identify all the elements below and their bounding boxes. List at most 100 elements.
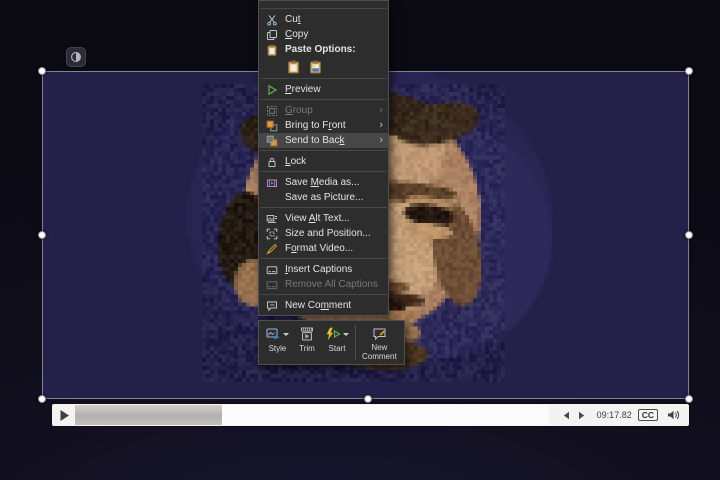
menu-item-label: Group [285,103,379,118]
menu-item-label: View Alt Text... [285,211,383,226]
selection-handle-bottom-right[interactable] [685,395,693,403]
menu-item-label: Preview [285,82,383,97]
slide-canvas: 09:17.82 CC CutCopyPaste Options: Preview… [0,0,720,480]
comment-icon [372,327,387,341]
preview-icon [266,84,285,96]
seek-forward-button[interactable] [574,411,589,420]
menu-item-copy[interactable]: Copy [259,27,388,42]
seek-bar[interactable] [75,405,549,425]
menu-item-label: New Comment [285,298,383,313]
start-icon [325,327,341,341]
menu-item-send-to-back[interactable]: Send to Back› [259,133,388,148]
menu-separator [260,258,387,259]
menu-separator [260,99,387,100]
seek-progress [75,405,222,425]
selection-handle-bottom-left[interactable] [38,395,46,403]
send-to-back-icon [266,135,285,147]
alt-text-icon [266,213,285,225]
menu-item-label: Insert Captions [285,262,383,277]
toolbar-button-new-comment[interactable]: New Comment [358,323,401,362]
menu-item-bring-to-front[interactable]: Bring to Front› [259,118,388,133]
play-button[interactable] [56,409,73,422]
save-media-icon [266,177,285,189]
toolbar-button-label: Start [329,344,346,353]
menu-item-paste-options[interactable]: Paste Options: [259,42,388,57]
seek-back-button[interactable] [559,411,574,420]
toolbar-button-label: New Comment [362,343,397,361]
closed-captions-button[interactable]: CC [638,409,658,422]
context-menu: CutCopyPaste Options:PreviewGroup›Bring … [258,0,389,316]
style-icon [266,327,281,341]
submenu-arrow-icon: › [379,104,383,117]
menu-item-label: Send to Back [285,133,379,148]
group-icon [266,105,285,117]
menu-separator [260,171,387,172]
menu-item-insert-captions[interactable]: Insert Captions [259,262,388,277]
menu-separator [260,78,387,79]
dropdown-caret-icon [283,333,289,336]
menu-separator [260,8,387,9]
copy-icon [266,29,285,41]
insert-captions-icon [266,264,285,276]
menu-item-new-comment[interactable]: New Comment [259,298,388,313]
menu-item-paste-keep-source-formatting[interactable] [285,58,302,75]
menu-separator [260,294,387,295]
menu-item-preview[interactable]: Preview [259,82,388,97]
menu-item-remove-all-captions: Remove All Captions [259,277,388,292]
menu-separator [260,207,387,208]
toolbar-separator [355,325,356,360]
half-circle-icon [70,51,82,63]
menu-item-save-as-picture[interactable]: Save as Picture... [259,190,388,205]
icon-spacer [266,192,285,204]
menu-separator [260,150,387,151]
menu-item-label: Paste Options: [285,42,383,57]
submenu-arrow-icon: › [379,134,383,147]
paste-options-row [259,57,388,76]
dropdown-caret-icon [343,333,349,336]
mini-toolbar: Style Trim Start New Comment [258,320,405,365]
menu-item-label: Copy [285,27,383,42]
toolbar-button-style[interactable]: Style [262,323,293,362]
menu-item-label: Format Video... [285,241,383,256]
remove-captions-icon [266,279,285,291]
menu-item-cut[interactable]: Cut [259,12,388,27]
selection-handle-top-left[interactable] [38,67,46,75]
selection-handle-top-right[interactable] [685,67,693,75]
menu-item-lock[interactable]: Lock [259,154,388,169]
paste-keep-formatting-icon [287,60,301,74]
toolbar-button-label: Style [269,344,287,353]
menu-item-view-alt-text[interactable]: View Alt Text... [259,211,388,226]
scissors-icon [266,14,285,26]
format-video-icon [266,243,285,255]
lock-icon [266,156,285,168]
menu-item-label: Lock [285,154,383,169]
floating-button[interactable] [66,47,86,67]
menu-item-group: Group› [259,103,388,118]
menu-item-label: Cut [285,12,383,27]
menu-clipped-item [259,1,388,6]
media-control-bar: 09:17.82 CC [52,404,689,426]
selection-handle-mid-right[interactable] [685,231,693,239]
menu-item-label: Bring to Front [285,118,379,133]
menu-item-save-media-as[interactable]: Save Media as... [259,175,388,190]
time-display: 09:17.82 [597,410,632,420]
selection-handle-mid-left[interactable] [38,231,46,239]
toolbar-button-label: Trim [299,344,315,353]
menu-item-paste-as-picture[interactable] [307,58,324,75]
toolbar-button-start[interactable]: Start [321,323,353,362]
menu-item-format-video[interactable]: Format Video... [259,241,388,256]
toolbar-button-trim[interactable]: Trim [293,323,321,362]
trim-icon [300,327,314,341]
menu-item-label: Size and Position... [285,226,383,241]
size-position-icon [266,228,285,240]
bring-to-front-icon [266,120,285,132]
paste-as-picture-icon [309,60,323,74]
clipboard-icon [266,44,285,56]
new-comment-icon [266,300,285,312]
selection-handle-bottom-mid[interactable] [364,395,372,403]
menu-item-size-and-position[interactable]: Size and Position... [259,226,388,241]
menu-item-label: Save Media as... [285,175,383,190]
menu-item-label: Remove All Captions [285,277,383,292]
menu-item-label: Save as Picture... [285,190,383,205]
volume-button[interactable] [664,409,683,421]
